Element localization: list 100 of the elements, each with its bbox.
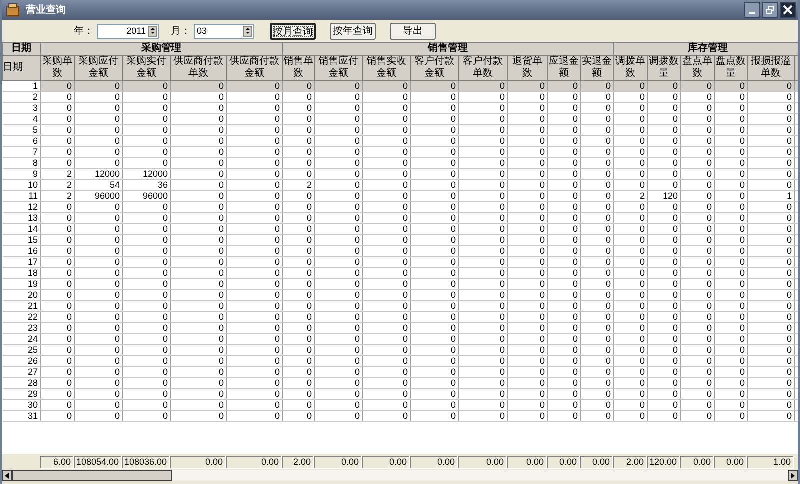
date-cell: 27 [2,366,40,378]
table-cell: 0 [614,388,648,400]
table-cell: 0 [548,92,581,102]
table-row[interactable]: 2 0 0 0 0 0 0 0 0 0 0 0 0 0 0 0 0 0 0 [2,92,798,102]
table-cell: 0 [74,366,122,378]
table-row[interactable]: 3 0 0 0 0 0 0 0 0 0 0 0 0 0 0 0 0 0 0 [2,102,798,114]
table-cell: 0 [580,378,614,388]
toolbar-button[interactable]: 按月查询 [270,22,316,40]
table-cell: 0 [74,388,122,400]
table-row[interactable]: 24 0 0 0 0 0 0 0 0 0 0 0 0 0 0 0 0 0 0 [2,334,798,344]
table-row[interactable]: 6 0 0 0 0 0 0 0 0 0 0 0 0 0 0 0 0 0 0 [2,136,798,146]
table-cell: 0 [314,212,363,224]
table-cell: 0 [410,234,459,246]
table-cell: 0 [748,224,795,234]
table-row[interactable]: 11 2 96000 96000 0 0 0 0 0 0 0 0 0 0 2 120 0 0 1 [2,190,798,202]
table-cell: 0 [40,290,74,300]
table-cell: 0 [748,102,795,114]
table-cell: 0 [40,114,74,124]
table-cell: 0 [410,146,459,158]
table-row[interactable]: 4 0 0 0 0 0 0 0 0 0 0 0 0 0 0 0 0 0 0 [2,114,798,124]
table-row[interactable]: 22 0 0 0 0 0 0 0 0 0 0 0 0 0 0 0 0 0 0 [2,312,798,322]
table-cell: 0 [580,300,614,312]
table-row[interactable]: 19 0 0 0 0 0 0 0 0 0 0 0 0 0 0 0 0 0 0 [2,278,798,290]
table-row[interactable]: 27 0 0 0 0 0 0 0 0 0 0 0 0 0 0 0 0 0 0 [2,366,798,378]
table-row[interactable]: 17 0 0 0 0 0 0 0 0 0 0 0 0 0 0 0 0 0 0 [2,256,798,268]
table-cell: 0 [170,92,226,102]
table-cell: 0 [170,224,226,234]
table-row[interactable]: 23 0 0 0 0 0 0 0 0 0 0 0 0 0 0 0 0 0 0 [2,322,798,334]
scroll-left-button[interactable] [2,470,12,481]
table-cell: 0 [122,300,170,312]
table-row[interactable]: 30 0 0 0 0 0 0 0 0 0 0 0 0 0 0 0 0 0 0 [2,400,798,410]
table-cell: 0 [714,246,748,256]
table-row[interactable]: 18 0 0 0 0 0 0 0 0 0 0 0 0 0 0 0 0 0 0 [2,268,798,278]
spin-button[interactable] [243,26,252,36]
table-cell: 0 [362,190,411,202]
table-cell: 0 [648,246,681,256]
table-cell: 0 [548,366,581,378]
table-row[interactable]: 14 0 0 0 0 0 0 0 0 0 0 0 0 0 0 0 0 0 0 [2,224,798,234]
table-row[interactable]: 26 0 0 0 0 0 0 0 0 0 0 0 0 0 0 0 0 0 0 [2,356,798,366]
spin-button[interactable] [148,26,157,36]
table-row[interactable]: 20 0 0 0 0 0 0 0 0 0 0 0 0 0 0 0 0 0 0 [2,290,798,300]
table-cell: 0 [508,410,548,422]
month-field[interactable]: 03 [194,24,254,38]
table-row[interactable]: 28 0 0 0 0 0 0 0 0 0 0 0 0 0 0 0 0 0 0 [2,378,798,388]
horizontal-scrollbar[interactable] [2,470,798,481]
date-cell: 22 [2,312,40,322]
table-cell: 0 [170,344,226,356]
table-cell: 0 [680,388,715,400]
table-row[interactable]: 5 0 0 0 0 0 0 0 0 0 0 0 0 0 0 0 0 0 0 [2,124,798,136]
table-cell: 0 [40,366,74,378]
table-cell: 0 [548,322,581,334]
table-row[interactable]: 29 0 0 0 0 0 0 0 0 0 0 0 0 0 0 0 0 0 0 [2,388,798,400]
table-cell: 0 [548,268,581,278]
table-cell: 0 [580,268,614,278]
minimize-button[interactable] [744,2,760,18]
table-cell: 0 [458,278,508,290]
scroll-right-button[interactable] [788,470,798,481]
table-cell: 0 [548,300,581,312]
close-button[interactable] [780,2,796,18]
table-cell: 0 [680,92,715,102]
table-cell: 0 [680,322,715,334]
toolbar-button[interactable]: 按年查询 [330,22,376,40]
table-row[interactable]: 25 0 0 0 0 0 0 0 0 0 0 0 0 0 0 0 0 0 0 [2,344,798,356]
table-cell: 0 [508,168,548,180]
table-cell: 0 [748,180,795,190]
table-row[interactable]: 12 0 0 0 0 0 0 0 0 0 0 0 0 0 0 0 0 0 0 [2,202,798,212]
year-field[interactable]: 2011 [97,24,159,38]
table-cell: 0 [226,190,283,202]
table-row[interactable]: 10 2 54 36 0 0 2 0 0 0 0 0 0 0 0 0 0 0 0 [2,180,798,190]
table-cell: 0 [170,366,226,378]
table-cell: 0 [580,158,614,168]
table-row[interactable]: 7 0 0 0 0 0 0 0 0 0 0 0 0 0 0 0 0 0 0 [2,146,798,158]
table-row[interactable]: 1 0 0 0 0 0 0 0 0 0 0 0 0 0 0 0 0 0 0 [2,80,798,92]
table-cell: 0 [648,378,681,388]
table-cell: 0 [314,334,363,344]
table-cell: 0 [362,256,411,268]
table-cell: 0 [122,114,170,124]
table-row[interactable]: 15 0 0 0 0 0 0 0 0 0 0 0 0 0 0 0 0 0 0 [2,234,798,246]
app-icon [6,3,20,17]
table-cell: 0 [748,234,795,246]
table-cell: 0 [508,158,548,168]
table-row[interactable]: 31 0 0 0 0 0 0 0 0 0 0 0 0 0 0 0 0 0 0 [2,410,798,422]
table-cell: 0 [314,312,363,322]
toolbar-button[interactable]: 导出 [390,22,436,40]
table-cell: 0 [362,290,411,300]
table-cell: 0 [170,334,226,344]
scroll-thumb[interactable] [12,470,172,481]
table-cell: 0 [314,410,363,422]
table-row[interactable]: 16 0 0 0 0 0 0 0 0 0 0 0 0 0 0 0 0 0 0 [2,246,798,256]
date-cell: 12 [2,202,40,212]
restore-button[interactable] [762,2,778,18]
table-row[interactable]: 8 0 0 0 0 0 0 0 0 0 0 0 0 0 0 0 0 0 0 [2,158,798,168]
table-row[interactable]: 9 2 12000 12000 0 0 0 0 0 0 0 0 0 0 0 0 0 0 0 [2,168,798,180]
column-header: 调拨单数 [614,56,648,80]
table-row[interactable]: 21 0 0 0 0 0 0 0 0 0 0 0 0 0 0 0 0 0 0 [2,300,798,312]
date-cell: 2 [2,92,40,102]
table-cell: 0 [362,278,411,290]
table-cell: 0 [458,410,508,422]
total-cell: 6.00 [40,456,74,468]
table-row[interactable]: 13 0 0 0 0 0 0 0 0 0 0 0 0 0 0 0 0 0 0 [2,212,798,224]
